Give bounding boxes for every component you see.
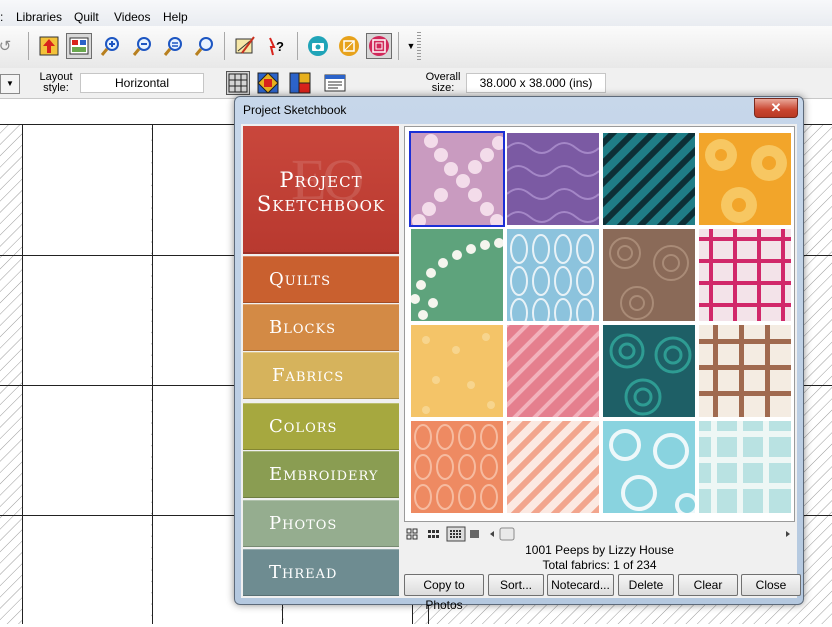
toolbar-separator bbox=[28, 32, 29, 60]
clear-button[interactable]: Clear bbox=[678, 574, 738, 596]
toolbar-separator bbox=[398, 32, 399, 60]
close-button[interactable]: Close bbox=[741, 574, 801, 596]
copy-to-photos-button[interactable]: Copy to Photos bbox=[404, 574, 484, 612]
on-point-layout-icon[interactable] bbox=[257, 72, 279, 94]
move-icon[interactable] bbox=[36, 33, 62, 59]
dropdown-button[interactable]: ▼ bbox=[0, 74, 20, 94]
custom-layout-icon[interactable] bbox=[324, 72, 346, 94]
menu-help[interactable]: Help bbox=[163, 10, 188, 24]
fabric-swatch[interactable] bbox=[699, 325, 791, 417]
toolbar-separator bbox=[224, 32, 225, 60]
svg-text:?: ? bbox=[276, 39, 284, 54]
fabric-swatch[interactable] bbox=[409, 131, 506, 228]
sidebar-item-colors[interactable]: Colors bbox=[243, 403, 399, 450]
sketchbook-header: EQ Project Sketchbook bbox=[243, 126, 399, 254]
scroll-right-icon[interactable] bbox=[786, 531, 790, 537]
sketchbook-header-title: Project Sketchbook bbox=[243, 168, 399, 216]
menu-videos[interactable]: Videos bbox=[114, 10, 150, 24]
view-large-icon[interactable] bbox=[406, 528, 418, 540]
zoom-in-icon[interactable] bbox=[97, 33, 123, 59]
toolbar-separator bbox=[297, 32, 298, 60]
sketchbook-icon[interactable] bbox=[366, 33, 392, 59]
sketchbook-sidebar: EQ Project Sketchbook Quilts Blocks Fabr… bbox=[243, 126, 399, 596]
overall-size-label: Overall size: bbox=[423, 72, 463, 94]
layout-bar: ▼ Layout style: Horizontal Overall size:… bbox=[0, 68, 832, 99]
scroll-thumb[interactable] bbox=[499, 527, 515, 541]
menu-edge-marker: : bbox=[0, 10, 4, 24]
header-title-line1: Project bbox=[279, 168, 363, 192]
menu-quilt[interactable]: Quilt bbox=[74, 10, 99, 24]
zoom-page-icon[interactable] bbox=[191, 33, 217, 59]
sidebar-item-quilts[interactable]: Quilts bbox=[243, 256, 399, 303]
fabric-swatch[interactable] bbox=[699, 421, 791, 513]
scroll-left-icon[interactable] bbox=[490, 531, 494, 537]
sidebar-item-photos[interactable]: Photos bbox=[243, 500, 399, 547]
dialog-title: Project Sketchbook bbox=[243, 103, 347, 117]
dialog-body: EQ Project Sketchbook Quilts Blocks Fabr… bbox=[241, 120, 801, 612]
fabric-swatch[interactable] bbox=[507, 229, 599, 328]
layout-style-label: Layout style: bbox=[34, 72, 78, 94]
main-toolbar: ↺ ? ▼ bbox=[0, 26, 832, 69]
hint-icon[interactable]: ? bbox=[262, 33, 288, 59]
fabric-swatch[interactable] bbox=[410, 229, 504, 321]
sidebar-item-fabrics[interactable]: Fabrics bbox=[243, 352, 399, 399]
selected-fabric-name: 1001 Peeps by Lizzy House bbox=[525, 543, 674, 557]
menu-bar: : Libraries Quilt Videos Help bbox=[0, 0, 832, 26]
worktable-icon[interactable] bbox=[66, 33, 92, 59]
overall-size-label-line2: size: bbox=[431, 82, 455, 94]
fabric-swatch[interactable] bbox=[590, 120, 706, 236]
fabric-swatch[interactable] bbox=[699, 133, 791, 225]
layout-style-label-line2: style: bbox=[43, 82, 69, 94]
sidebar-item-thread[interactable]: Thread bbox=[243, 549, 399, 596]
variable-layout-icon[interactable] bbox=[289, 72, 311, 94]
view-tiny-icon[interactable] bbox=[470, 530, 479, 538]
overall-size-field[interactable]: 38.000 x 38.000 (ins) bbox=[466, 73, 606, 93]
zoom-out-icon[interactable] bbox=[129, 33, 155, 59]
view-small-icon[interactable] bbox=[446, 526, 466, 542]
fabric-swatch[interactable] bbox=[494, 408, 610, 524]
fabric-swatch[interactable] bbox=[495, 313, 609, 427]
fabric-icon[interactable] bbox=[336, 33, 362, 59]
fabric-swatch[interactable] bbox=[603, 229, 695, 321]
camera-icon[interactable] bbox=[305, 33, 331, 59]
total-fabrics-count: Total fabrics: 1 of 234 bbox=[542, 558, 657, 572]
fabric-swatch[interactable] bbox=[603, 421, 699, 517]
notecard-button[interactable]: Notecard... bbox=[547, 574, 614, 596]
sort-button[interactable]: Sort... bbox=[488, 574, 544, 596]
sidebar-item-blocks[interactable]: Blocks bbox=[243, 304, 399, 351]
fabric-swatch[interactable] bbox=[411, 325, 503, 417]
view-medium-icon[interactable] bbox=[428, 530, 439, 538]
fabric-swatch[interactable] bbox=[411, 421, 503, 513]
undo-icon[interactable]: ↺ bbox=[0, 33, 18, 59]
draw-icon[interactable] bbox=[232, 33, 258, 59]
fabric-gallery[interactable] bbox=[404, 120, 795, 524]
header-title-line2: Sketchbook bbox=[256, 192, 386, 216]
gallery-scrollbar bbox=[404, 526, 795, 542]
close-icon[interactable]: ✕ bbox=[754, 98, 798, 118]
project-sketchbook-dialog: Project Sketchbook ✕ EQ Project Sketchbo… bbox=[234, 96, 804, 612]
grid-layout-icon[interactable] bbox=[226, 71, 250, 95]
fabric-swatch[interactable] bbox=[506, 133, 600, 225]
fabric-swatch[interactable] bbox=[603, 325, 695, 417]
fabric-swatch[interactable] bbox=[699, 229, 791, 321]
sidebar-item-embroidery[interactable]: Embroidery bbox=[243, 451, 399, 498]
toolbar-gripper[interactable] bbox=[417, 32, 421, 60]
menu-libraries[interactable]: Libraries bbox=[16, 10, 62, 24]
zoom-fit-icon[interactable] bbox=[160, 33, 186, 59]
layout-style-field[interactable]: Horizontal bbox=[80, 73, 204, 93]
dialog-button-row: Copy to Photos Sort... Notecard... Delet… bbox=[404, 574, 801, 612]
delete-button[interactable]: Delete bbox=[618, 574, 674, 596]
